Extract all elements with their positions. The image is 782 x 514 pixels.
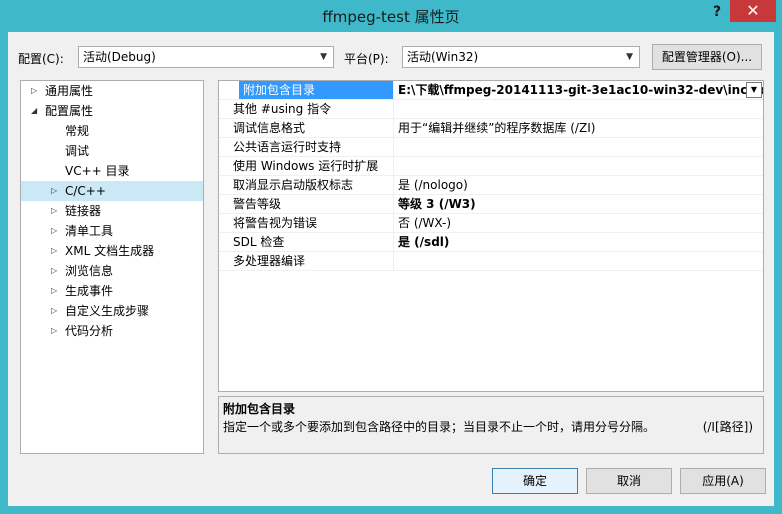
property-name[interactable]: 使用 Windows 运行时扩展 bbox=[233, 157, 393, 175]
property-value[interactable]: 等级 3 (/W3) bbox=[393, 195, 763, 213]
tree-item-label: 浏览信息 bbox=[65, 264, 114, 278]
tree-item-code-analysis[interactable]: ▷ 代码分析 bbox=[21, 321, 203, 341]
chevron-down-icon: ▼ bbox=[320, 52, 327, 62]
property-name[interactable]: 取消显示启动版权标志 bbox=[233, 176, 393, 194]
chevron-down-icon[interactable]: ▼ bbox=[746, 82, 762, 98]
tree-item-label: 常规 bbox=[65, 124, 90, 138]
chevron-right-icon[interactable]: ▷ bbox=[51, 181, 57, 201]
property-row-warning-level[interactable]: 警告等级 等级 3 (/W3) bbox=[219, 195, 763, 214]
tree-item-build-events[interactable]: ▷ 生成事件 bbox=[21, 281, 203, 301]
chevron-right-icon[interactable]: ▷ bbox=[51, 301, 57, 321]
property-value[interactable] bbox=[393, 157, 763, 175]
apply-button[interactable]: 应用(A) bbox=[680, 468, 766, 494]
config-manager-button[interactable]: 配置管理器(O)... bbox=[652, 44, 762, 70]
tree-item-browse-info[interactable]: ▷ 浏览信息 bbox=[21, 261, 203, 281]
property-name[interactable]: 公共语言运行时支持 bbox=[233, 138, 393, 156]
property-row-warn-as-error[interactable]: 将警告视为错误 否 (/WX-) bbox=[219, 214, 763, 233]
description-title: 附加包含目录 bbox=[223, 402, 296, 416]
chevron-right-icon[interactable]: ▷ bbox=[51, 221, 57, 241]
tree-item-label: 调试 bbox=[65, 144, 90, 158]
property-name[interactable]: 将警告视为错误 bbox=[233, 214, 393, 232]
property-row-debug-format[interactable]: 调试信息格式 用于“编辑并继续”的程序数据库 (/ZI) bbox=[219, 119, 763, 138]
property-row-nologo[interactable]: 取消显示启动版权标志 是 (/nologo) bbox=[219, 176, 763, 195]
tree-item-linker[interactable]: ▷ 链接器 bbox=[21, 201, 203, 221]
tree-item-general[interactable]: ▷ 通用属性 bbox=[21, 81, 203, 101]
property-value[interactable] bbox=[393, 138, 763, 156]
chevron-down-icon: ▼ bbox=[626, 52, 633, 62]
property-grid[interactable]: 附加包含目录 E:\下载\ffmpeg-20141113-git-3e1ac10… bbox=[218, 80, 764, 392]
tree-item-label: 代码分析 bbox=[65, 324, 114, 338]
property-row-multiprocessor[interactable]: 多处理器编译 bbox=[219, 252, 763, 271]
dialog-client: 配置(C): 活动(Debug) ▼ 平台(P): 活动(Win32) ▼ 配置… bbox=[8, 32, 774, 506]
config-select[interactable]: 活动(Debug) ▼ bbox=[78, 46, 334, 68]
description-switch: (/I[路径]) bbox=[702, 420, 753, 434]
help-button[interactable]: ? bbox=[706, 2, 728, 22]
platform-select-value: 活动(Win32) bbox=[407, 50, 479, 64]
property-tree[interactable]: ▷ 通用属性 ◢ 配置属性 常规 调试 VC++ 目录 ▷ C/C++ ▷ 链接… bbox=[20, 80, 204, 454]
tree-item-label: 通用属性 bbox=[45, 84, 94, 98]
property-value-text: E:\下载\ffmpeg-20141113-git-3e1ac10-win32-… bbox=[398, 83, 763, 97]
tree-item-xml-doc[interactable]: ▷ XML 文档生成器 bbox=[21, 241, 203, 261]
tree-item-manifest-tool[interactable]: ▷ 清单工具 bbox=[21, 221, 203, 241]
property-value[interactable] bbox=[393, 252, 763, 270]
ok-button[interactable]: 确定 bbox=[492, 468, 578, 494]
chevron-down-icon[interactable]: ◢ bbox=[31, 101, 37, 121]
window-title: ffmpeg-test 属性页 bbox=[322, 8, 460, 26]
tree-item-label: 自定义生成步骤 bbox=[65, 304, 150, 318]
tree-item-label: 清单工具 bbox=[65, 224, 114, 238]
tree-item-label: XML 文档生成器 bbox=[65, 244, 155, 258]
tree-item-label: 配置属性 bbox=[45, 104, 94, 118]
tree-item-general-settings[interactable]: 常规 bbox=[21, 121, 203, 141]
chevron-right-icon[interactable]: ▷ bbox=[31, 81, 37, 101]
property-value[interactable]: E:\下载\ffmpeg-20141113-git-3e1ac10-win32-… bbox=[393, 81, 763, 99]
tree-item-vc-directories[interactable]: VC++ 目录 bbox=[21, 161, 203, 181]
chevron-right-icon[interactable]: ▷ bbox=[51, 281, 57, 301]
close-button[interactable]: ✕ bbox=[730, 0, 776, 22]
cancel-button[interactable]: 取消 bbox=[586, 468, 672, 494]
property-value[interactable]: 用于“编辑并继续”的程序数据库 (/ZI) bbox=[393, 119, 763, 137]
title-bar[interactable]: ffmpeg-test 属性页 ? ✕ bbox=[0, 0, 782, 34]
platform-label: 平台(P): bbox=[344, 52, 389, 66]
config-select-value: 活动(Debug) bbox=[83, 50, 156, 64]
property-name[interactable]: 其他 #using 指令 bbox=[233, 100, 393, 118]
property-name[interactable]: SDL 检查 bbox=[233, 233, 393, 251]
chevron-right-icon[interactable]: ▷ bbox=[51, 201, 57, 221]
tree-item-label: C/C++ bbox=[65, 184, 106, 198]
property-name[interactable]: 多处理器编译 bbox=[233, 252, 393, 270]
tree-item-label: VC++ 目录 bbox=[65, 164, 130, 178]
chevron-right-icon[interactable]: ▷ bbox=[51, 241, 57, 261]
property-name[interactable]: 调试信息格式 bbox=[233, 119, 393, 137]
platform-select[interactable]: 活动(Win32) ▼ bbox=[402, 46, 640, 68]
tree-item-label: 链接器 bbox=[65, 204, 102, 218]
chevron-right-icon[interactable]: ▷ bbox=[51, 261, 57, 281]
tree-item-label: 生成事件 bbox=[65, 284, 114, 298]
property-name[interactable]: 警告等级 bbox=[233, 195, 393, 213]
property-row-clr[interactable]: 公共语言运行时支持 bbox=[219, 138, 763, 157]
property-name[interactable]: 附加包含目录 bbox=[239, 81, 393, 99]
property-value[interactable]: 是 (/nologo) bbox=[393, 176, 763, 194]
property-value[interactable] bbox=[393, 100, 763, 118]
tree-item-custom-build[interactable]: ▷ 自定义生成步骤 bbox=[21, 301, 203, 321]
properties-window: ffmpeg-test 属性页 ? ✕ 配置(C): 活动(Debug) ▼ 平… bbox=[0, 0, 782, 514]
tree-item-debugging[interactable]: 调试 bbox=[21, 141, 203, 161]
chevron-right-icon[interactable]: ▷ bbox=[51, 321, 57, 341]
property-row-using[interactable]: 其他 #using 指令 bbox=[219, 100, 763, 119]
property-value[interactable]: 否 (/WX-) bbox=[393, 214, 763, 232]
property-value[interactable]: 是 (/sdl) bbox=[393, 233, 763, 251]
tree-item-config[interactable]: ◢ 配置属性 bbox=[21, 101, 203, 121]
config-label: 配置(C): bbox=[18, 52, 64, 66]
property-row-winrt[interactable]: 使用 Windows 运行时扩展 bbox=[219, 157, 763, 176]
property-row-additional-include[interactable]: 附加包含目录 E:\下载\ffmpeg-20141113-git-3e1ac10… bbox=[219, 81, 763, 100]
description-panel: 附加包含目录 指定一个或多个要添加到包含路径中的目录；当目录不止一个时，请用分号… bbox=[218, 396, 764, 454]
description-text: 指定一个或多个要添加到包含路径中的目录；当目录不止一个时，请用分号分隔。 bbox=[223, 420, 656, 434]
property-row-sdl[interactable]: SDL 检查 是 (/sdl) bbox=[219, 233, 763, 252]
tree-item-c-cpp[interactable]: ▷ C/C++ bbox=[21, 181, 203, 201]
